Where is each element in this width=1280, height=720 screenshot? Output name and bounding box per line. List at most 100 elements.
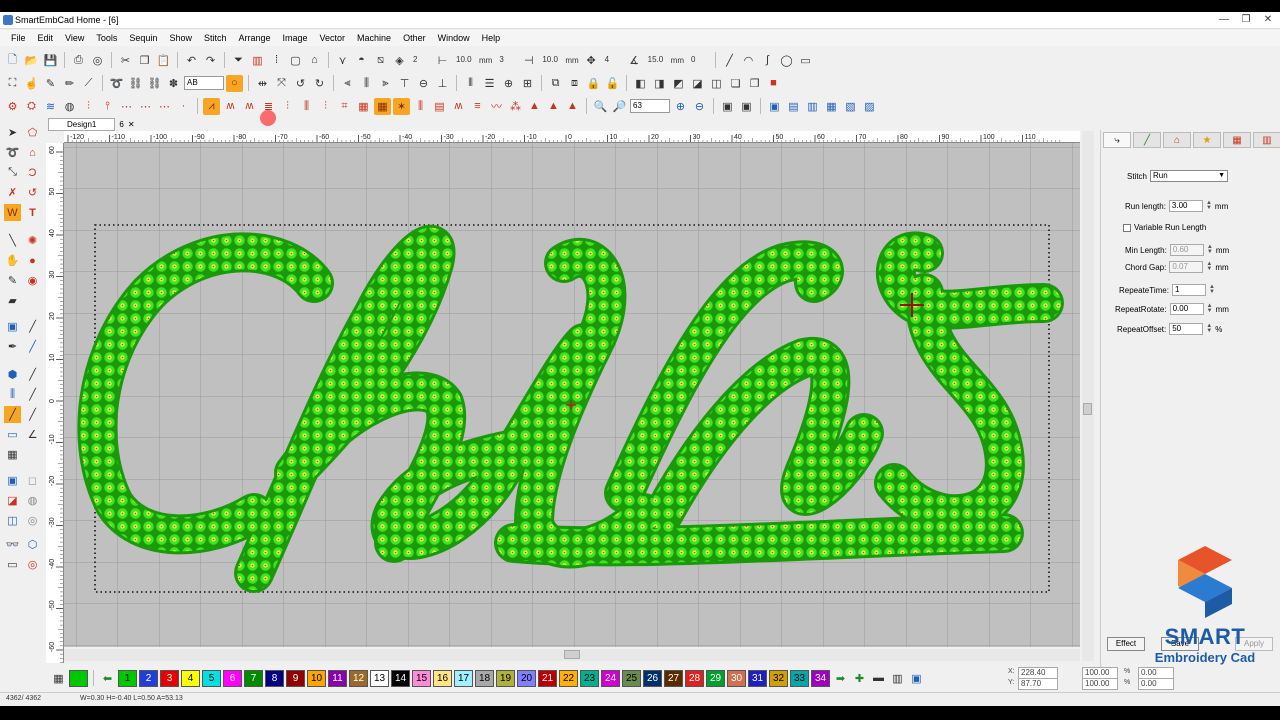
minimize-button[interactable]: —: [1216, 13, 1232, 27]
menu-window[interactable]: Window: [437, 33, 471, 43]
close-button[interactable]: ✕: [1260, 13, 1276, 27]
star-fill-icon[interactable]: ✶: [393, 97, 410, 115]
intersect-icon[interactable]: ◫: [708, 75, 725, 92]
y-coordinate[interactable]: 87.70: [1018, 678, 1058, 690]
menu-view[interactable]: View: [64, 33, 85, 43]
slant-input[interactable]: 0.00: [1138, 678, 1174, 690]
color-swatch-15[interactable]: 15: [412, 669, 431, 687]
print-icon[interactable]: ⎙: [70, 52, 87, 69]
zigzag-icon[interactable]: ⩘: [203, 97, 220, 115]
highlight-icon[interactable]: ╱: [4, 406, 21, 423]
frame-icon[interactable]: ▢: [287, 52, 304, 69]
rotate-left-icon[interactable]: ↺: [292, 75, 309, 92]
view-b-icon[interactable]: ▣: [738, 98, 755, 115]
layers-icon[interactable]: ◫: [4, 512, 21, 529]
color-icon[interactable]: ■: [765, 75, 782, 92]
arc-icon[interactable]: ◠: [740, 52, 757, 69]
tab-design[interactable]: Design1: [48, 118, 116, 131]
color-swatch-27[interactable]: 27: [664, 669, 683, 687]
menu-machine[interactable]: Machine: [356, 33, 392, 43]
palette-settings-icon[interactable]: ▦: [50, 670, 67, 687]
line-tool-icon[interactable]: ╱: [24, 318, 41, 335]
color-swatch-12[interactable]: 12: [349, 669, 368, 687]
stitch-type-select[interactable]: Run ▼: [1150, 170, 1229, 182]
align-top-icon[interactable]: ⊤: [396, 75, 413, 92]
satin-tool-icon[interactable]: W: [4, 204, 21, 221]
text-tool-icon[interactable]: T: [24, 204, 41, 221]
line-icon[interactable]: ╱: [721, 52, 738, 69]
panel-b-icon[interactable]: ▤: [785, 98, 802, 115]
value-field-6[interactable]: 15.0: [645, 53, 667, 67]
needle-icon[interactable]: ╲: [4, 232, 21, 249]
panel-f-icon[interactable]: ▨: [861, 98, 878, 115]
weld-icon[interactable]: ◩: [670, 75, 687, 92]
redo-icon[interactable]: ↷: [202, 52, 219, 69]
triangle-c-icon[interactable]: ▲: [564, 98, 581, 115]
value-field-7[interactable]: 0: [688, 53, 710, 67]
ellipse-icon[interactable]: ◯: [778, 52, 795, 69]
paste-icon[interactable]: 📋: [155, 52, 172, 69]
restore-button[interactable]: ❐: [1238, 13, 1254, 27]
color-swatch-21[interactable]: 21: [538, 669, 557, 687]
copy-icon[interactable]: ❐: [136, 52, 153, 69]
value-field-5[interactable]: 4: [602, 53, 624, 67]
text-style-combo[interactable]: AB: [184, 76, 224, 90]
cut-icon[interactable]: ✂: [117, 52, 134, 69]
trim-icon[interactable]: ◪: [689, 75, 706, 92]
repeat-time-input[interactable]: 1: [1171, 284, 1206, 296]
repeat-offset-input[interactable]: 50: [1169, 323, 1204, 335]
hand-icon[interactable]: ✋: [4, 252, 21, 269]
motif-icon[interactable]: ⫶: [279, 98, 296, 115]
color-swatch-7[interactable]: 7: [244, 669, 263, 687]
diamond-icon[interactable]: ◈: [391, 52, 408, 69]
loop-icon[interactable]: ʍ: [222, 98, 239, 115]
dropper-icon[interactable]: ✒: [4, 338, 21, 355]
color-swatch-29[interactable]: 29: [706, 669, 725, 687]
line-tool-5-icon[interactable]: ╱: [24, 406, 41, 423]
color-swatch-14[interactable]: 14: [391, 669, 410, 687]
vertical-scroll-thumb[interactable]: [1083, 403, 1092, 415]
min-length-spinner[interactable]: ▲ ▼: [1207, 244, 1213, 255]
line-tab-icon[interactable]: ╱: [1133, 132, 1161, 148]
puzzle-icon[interactable]: ✽: [165, 75, 182, 92]
thread-icon[interactable]: ▬: [870, 670, 887, 687]
pattern-tab-icon[interactable]: ▥: [1253, 132, 1280, 148]
menu-tools[interactable]: Tools: [95, 33, 118, 43]
color-swatch-28[interactable]: 28: [685, 669, 704, 687]
front-icon[interactable]: ❏: [727, 75, 744, 92]
glasses-icon[interactable]: 👓: [4, 536, 21, 553]
bars-icon[interactable]: ⫼: [4, 386, 21, 403]
zoom-icon[interactable]: 🔍: [592, 98, 609, 115]
chain-stitch-icon[interactable]: ʍ: [241, 98, 258, 115]
cluster-icon[interactable]: ⁂: [507, 98, 524, 115]
house-tab-icon[interactable]: ⌂: [1163, 132, 1191, 148]
rotate-right-icon[interactable]: ↻: [311, 75, 328, 92]
disabled-a-icon[interactable]: ◻: [24, 472, 41, 489]
paint-icon[interactable]: ◪: [4, 492, 21, 509]
knife-tool-icon[interactable]: ✗: [4, 184, 21, 201]
scale-y-input[interactable]: 100.00: [1082, 678, 1118, 690]
shape-icon[interactable]: ⌂: [24, 144, 41, 161]
color-swatch-22[interactable]: 22: [559, 669, 578, 687]
chord-gap-input[interactable]: 0.07: [1169, 261, 1204, 273]
color-swatch-33[interactable]: 33: [790, 669, 809, 687]
color-table-icon[interactable]: ▥: [889, 670, 906, 687]
angle-tool-icon[interactable]: ∠: [24, 426, 41, 443]
triangle-a-icon[interactable]: ▲: [526, 98, 543, 115]
hook-icon[interactable]: Ɔ: [24, 164, 41, 181]
add-color-icon[interactable]: ✚: [851, 670, 868, 687]
color-swatch-6[interactable]: 6: [223, 669, 242, 687]
zoom-out-icon[interactable]: ⊖: [691, 98, 708, 115]
pen-icon[interactable]: ✎: [42, 75, 59, 92]
sequin-icon[interactable]: ▦: [374, 97, 391, 115]
move-icon[interactable]: ✥: [583, 52, 600, 69]
color-swatch-16[interactable]: 16: [433, 669, 452, 687]
pointer-tool-icon[interactable]: ☝: [23, 75, 40, 92]
color-swatch-10[interactable]: 10: [307, 669, 326, 687]
preview-icon[interactable]: ◎: [89, 52, 106, 69]
value-field-3[interactable]: 3: [496, 53, 518, 67]
stitch-1000-icon[interactable]: ⋯: [118, 98, 135, 115]
node-edit-icon[interactable]: ⬠: [24, 124, 41, 141]
palette-next-icon[interactable]: ➡: [832, 670, 849, 687]
color-swatch-5[interactable]: 5: [202, 669, 221, 687]
